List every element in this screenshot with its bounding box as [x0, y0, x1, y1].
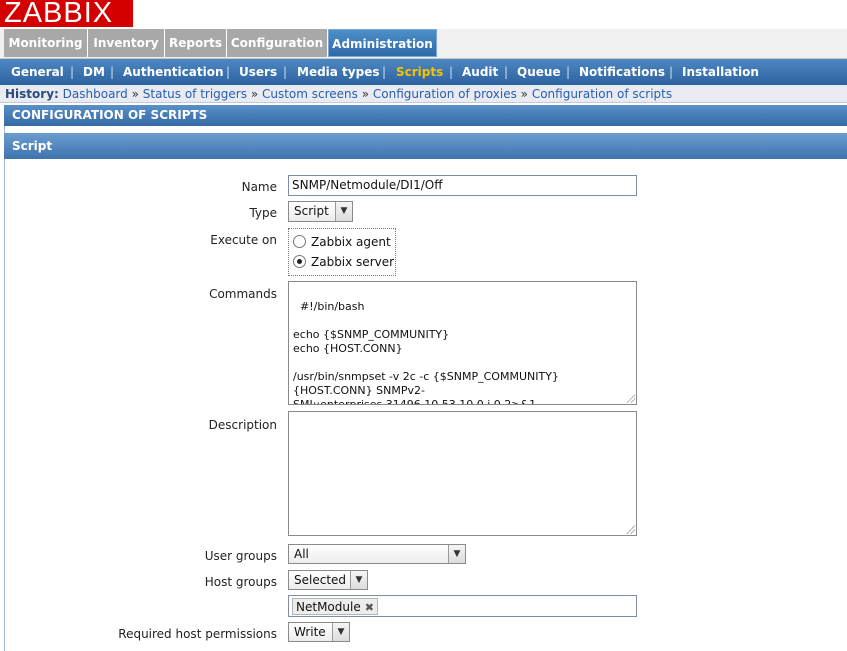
commands-textarea[interactable]: #!/bin/bash echo {$SNMP_COMMUNITY} echo …	[288, 281, 637, 405]
breadcrumb: History: Dashboard » Status of triggers …	[0, 85, 847, 103]
sub-audit[interactable]: Audit	[462, 59, 498, 85]
name-input[interactable]: SNMP/Netmodule/DI1/Off	[288, 175, 637, 196]
user-groups-label: User groups	[204, 549, 277, 563]
history-separator: »	[361, 87, 370, 101]
description-textarea[interactable]	[288, 411, 637, 536]
user-groups-selected-value: All	[294, 547, 309, 561]
host-groups-selected-value: Selected	[294, 573, 347, 587]
commands-value: #!/bin/bash echo {$SNMP_COMMUNITY} echo …	[293, 300, 559, 405]
tab-monitoring[interactable]: Monitoring	[4, 29, 88, 57]
type-selected-value: Script	[294, 204, 329, 218]
tab-configuration[interactable]: Configuration	[227, 29, 328, 57]
sub-separator: |	[283, 65, 288, 79]
type-select[interactable]: Script ▼	[288, 201, 353, 222]
radio-label: Zabbix server	[311, 255, 395, 269]
description-label: Description	[208, 418, 277, 432]
history-separator: »	[520, 87, 528, 101]
tab-inventory[interactable]: Inventory	[88, 29, 165, 57]
tab-reports[interactable]: Reports	[165, 29, 227, 57]
sub-separator: |	[449, 65, 454, 79]
radio-zabbix-agent[interactable]: Zabbix agent	[293, 235, 391, 249]
history-configuration-of-proxies[interactable]: Configuration of proxies	[373, 87, 517, 101]
permissions-label: Required host permissions	[118, 627, 277, 641]
history-separator: »	[131, 87, 139, 101]
history-dashboard[interactable]: Dashboard	[63, 87, 128, 101]
main-menu: Monitoring Inventory Reports Configurati…	[0, 29, 847, 59]
radio-label: Zabbix agent	[311, 235, 391, 249]
tab-administration[interactable]: Administration	[328, 29, 437, 57]
sub-notifications[interactable]: Notifications	[579, 59, 665, 85]
history-separator: »	[250, 87, 259, 101]
execute-on-group: Zabbix agent Zabbix server	[288, 228, 396, 276]
history-configuration-of-scripts[interactable]: Configuration of scripts	[532, 87, 672, 101]
zabbix-logo[interactable]: ZABBIX	[0, 0, 133, 27]
permissions-select[interactable]: Write ▼	[288, 622, 350, 642]
sub-menu: General | DM | Authentication | Users | …	[0, 59, 847, 85]
sub-separator: |	[226, 65, 231, 79]
sub-separator: |	[504, 65, 509, 79]
chevron-down-icon: ▼	[448, 545, 465, 563]
history-status-of-triggers[interactable]: Status of triggers	[143, 87, 247, 101]
chevron-down-icon: ▼	[350, 571, 367, 589]
sub-separator: |	[382, 65, 387, 79]
commands-label: Commands	[209, 287, 277, 301]
permissions-selected-value: Write	[294, 625, 326, 639]
radio-icon[interactable]	[293, 255, 306, 268]
host-group-tag: NetModule ✖	[292, 598, 378, 615]
sub-media-types[interactable]: Media types	[297, 59, 380, 85]
host-group-tag-label: NetModule	[296, 600, 361, 614]
history-label: History:	[5, 87, 59, 101]
page-title: CONFIGURATION OF SCRIPTS	[4, 105, 847, 126]
host-groups-select[interactable]: Selected ▼	[288, 570, 368, 590]
sub-users[interactable]: Users	[239, 59, 277, 85]
history-custom-screens[interactable]: Custom screens	[262, 87, 358, 101]
radio-zabbix-server[interactable]: Zabbix server	[293, 255, 394, 269]
sub-separator: |	[669, 65, 674, 79]
host-groups-label: Host groups	[204, 575, 277, 589]
execute-on-label: Execute on	[210, 233, 277, 247]
sub-general[interactable]: General	[11, 59, 64, 85]
sub-dm[interactable]: DM	[83, 59, 105, 85]
sub-scripts[interactable]: Scripts	[396, 59, 443, 85]
sub-installation[interactable]: Installation	[682, 59, 759, 85]
sub-separator: |	[110, 65, 115, 79]
chevron-down-icon: ▼	[332, 623, 349, 641]
radio-icon[interactable]	[293, 235, 306, 248]
form-title: Script	[4, 133, 847, 159]
chevron-down-icon: ▼	[335, 202, 352, 221]
name-label: Name	[241, 180, 277, 194]
resize-grip-icon[interactable]	[625, 524, 635, 534]
resize-grip-icon[interactable]	[625, 393, 635, 403]
user-groups-select[interactable]: All ▼	[288, 544, 466, 564]
close-icon[interactable]: ✖	[365, 601, 374, 614]
type-label: Type	[249, 206, 277, 220]
sub-queue[interactable]: Queue	[517, 59, 561, 85]
sub-separator: |	[70, 65, 75, 79]
sub-authentication[interactable]: Authentication	[123, 59, 224, 85]
sub-separator: |	[566, 65, 571, 79]
